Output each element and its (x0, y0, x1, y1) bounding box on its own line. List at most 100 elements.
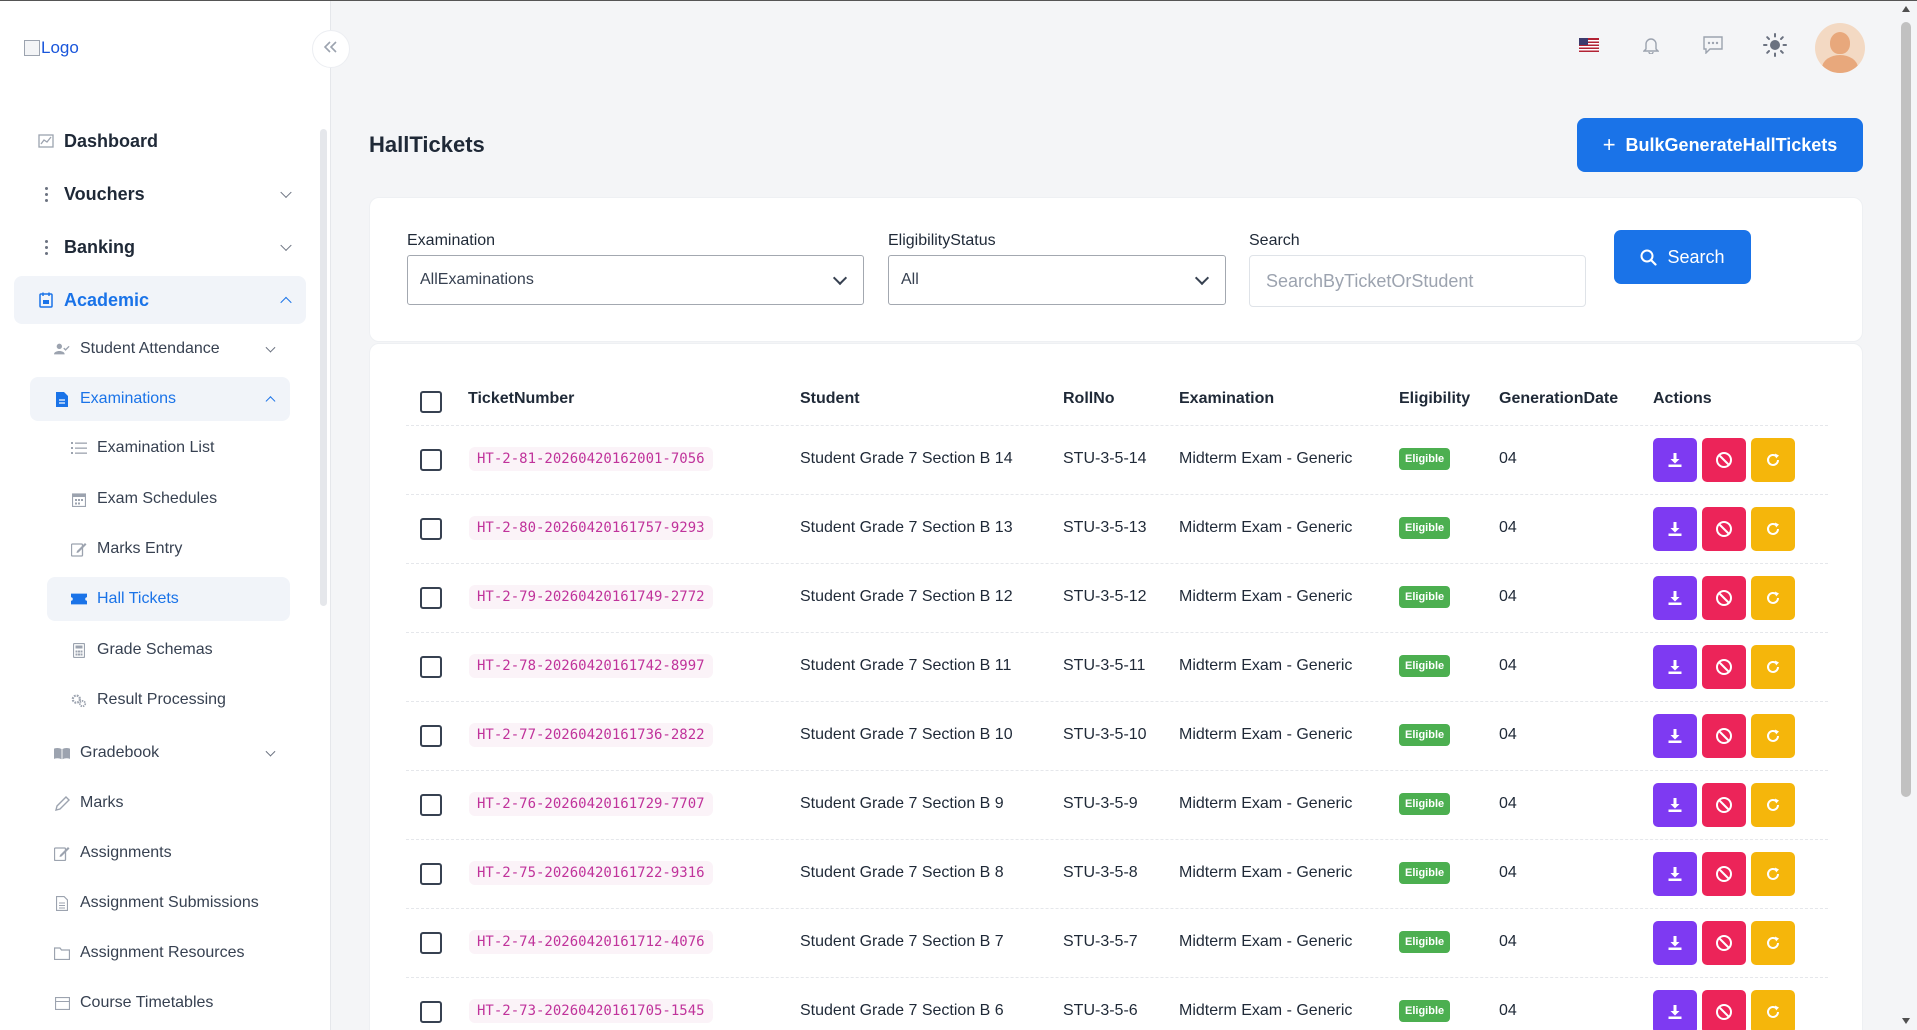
ticket-number[interactable]: HT-2-77-20260420161736-2822 (469, 723, 713, 747)
sidebar-item-exam-schedules[interactable]: Exam Schedules (47, 477, 290, 521)
column-header-ticket-number[interactable]: TicketNumber (468, 390, 574, 408)
sidebar-item-banking[interactable]: Banking (14, 223, 306, 271)
row-checkbox[interactable] (420, 863, 442, 885)
us-flag-icon (1579, 37, 1599, 57)
list-icon (71, 442, 87, 454)
sidebar-item-assignment-submissions[interactable]: Assignment Submissions (30, 881, 290, 925)
row-checkbox[interactable] (420, 518, 442, 540)
row-checkbox[interactable] (420, 794, 442, 816)
language-selector[interactable] (1575, 33, 1603, 61)
roll-no: STU-3-5-8 (1063, 864, 1138, 881)
search-button[interactable]: Search (1614, 230, 1751, 284)
ban-icon (1715, 451, 1733, 469)
notifications-button[interactable] (1637, 33, 1665, 61)
column-header-examination[interactable]: Examination (1179, 390, 1274, 408)
sidebar-item-result-processing[interactable]: Result Processing (47, 678, 290, 722)
revoke-button[interactable] (1702, 990, 1746, 1030)
download-button[interactable] (1653, 438, 1697, 482)
sidebar-item-label: Student Attendance (80, 340, 220, 357)
sidebar-item-hall-tickets[interactable]: Hall Tickets (47, 577, 290, 621)
row-checkbox[interactable] (420, 725, 442, 747)
revoke-button[interactable] (1702, 714, 1746, 758)
ticket-number[interactable]: HT-2-76-20260420161729-7707 (469, 792, 713, 816)
column-header-roll-no[interactable]: RollNo (1063, 390, 1115, 408)
row-checkbox[interactable] (420, 1001, 442, 1023)
regenerate-button[interactable] (1751, 783, 1795, 827)
logo[interactable]: Logo (24, 38, 79, 58)
collapse-sidebar-button[interactable] (312, 30, 350, 68)
revoke-button[interactable] (1702, 645, 1746, 689)
messages-button[interactable] (1699, 33, 1727, 61)
download-button[interactable] (1653, 852, 1697, 896)
refresh-icon (1765, 866, 1781, 882)
regenerate-button[interactable] (1751, 852, 1795, 896)
sidebar-item-vouchers[interactable]: Vouchers (14, 170, 306, 218)
revoke-button[interactable] (1702, 507, 1746, 551)
download-button[interactable] (1653, 645, 1697, 689)
sidebar-item-examinations[interactable]: Examinations (30, 377, 290, 421)
theme-toggle-button[interactable] (1761, 32, 1789, 61)
search-input[interactable]: SearchByTicketOrStudent (1249, 255, 1586, 307)
column-header-generation-date[interactable]: GenerationDate (1499, 390, 1618, 408)
ticket-number[interactable]: HT-2-74-20260420161712-4076 (469, 930, 713, 954)
regenerate-button[interactable] (1751, 990, 1795, 1030)
sidebar-item-grade-schemas[interactable]: Grade Schemas (47, 628, 290, 672)
ticket-number[interactable]: HT-2-79-20260420161749-2772 (469, 585, 713, 609)
bulk-generate-button[interactable]: + BulkGenerateHallTickets (1577, 118, 1863, 172)
download-button[interactable] (1653, 507, 1697, 551)
row-checkbox[interactable] (420, 932, 442, 954)
examination-select[interactable]: AllExaminations (407, 255, 864, 305)
page-scrollbar[interactable] (1901, 22, 1911, 797)
sidebar-item-examination-list[interactable]: Examination List (47, 426, 290, 470)
sidebar-scrollbar[interactable] (320, 129, 327, 606)
row-checkbox[interactable] (420, 449, 442, 471)
column-header-eligibility[interactable]: Eligibility (1399, 390, 1470, 408)
download-icon (1667, 935, 1683, 951)
revoke-button[interactable] (1702, 438, 1746, 482)
column-header-student[interactable]: Student (800, 390, 860, 408)
sidebar-item-course-timetables[interactable]: Course Timetables (30, 981, 290, 1025)
download-button[interactable] (1653, 990, 1697, 1030)
regenerate-button[interactable] (1751, 507, 1795, 551)
sidebar-item-assignment-resources[interactable]: Assignment Resources (30, 931, 290, 975)
sidebar-item-student-attendance[interactable]: Student Attendance (30, 327, 290, 371)
sidebar-item-label: Vouchers (64, 183, 145, 204)
sidebar-item-marks-entry[interactable]: Marks Entry (47, 527, 290, 571)
ticket-number[interactable]: HT-2-80-20260420161757-9293 (469, 516, 713, 540)
ticket-number[interactable]: HT-2-78-20260420161742-8997 (469, 654, 713, 678)
download-button[interactable] (1653, 714, 1697, 758)
revoke-button[interactable] (1702, 852, 1746, 896)
select-all-checkbox[interactable] (420, 391, 442, 413)
sidebar-item-marks[interactable]: Marks (30, 781, 290, 825)
eligibility-select[interactable]: All (888, 255, 1226, 305)
regenerate-button[interactable] (1751, 714, 1795, 758)
regenerate-button[interactable] (1751, 438, 1795, 482)
regenerate-button[interactable] (1751, 645, 1795, 689)
sidebar-item-dashboard[interactable]: Dashboard (14, 117, 306, 165)
double-chevron-left-icon (323, 40, 338, 58)
ticket-number[interactable]: HT-2-73-20260420161705-1545 (469, 999, 713, 1023)
bell-icon (1642, 36, 1660, 59)
download-button[interactable] (1653, 921, 1697, 965)
ticket-number[interactable]: HT-2-81-20260420162001-7056 (469, 447, 713, 471)
download-button[interactable] (1653, 576, 1697, 620)
regenerate-button[interactable] (1751, 576, 1795, 620)
roll-no: STU-3-5-10 (1063, 726, 1147, 743)
revoke-button[interactable] (1702, 783, 1746, 827)
download-icon (1667, 866, 1683, 882)
revoke-button[interactable] (1702, 576, 1746, 620)
scroll-up-arrow-icon[interactable] (1902, 6, 1910, 12)
edit-icon (71, 542, 87, 557)
scroll-down-arrow-icon[interactable] (1902, 1018, 1910, 1024)
revoke-button[interactable] (1702, 921, 1746, 965)
sidebar-item-academic[interactable]: Academic (14, 276, 306, 324)
ticket-number[interactable]: HT-2-75-20260420161722-9316 (469, 861, 713, 885)
regenerate-button[interactable] (1751, 921, 1795, 965)
refresh-icon (1765, 728, 1781, 744)
row-checkbox[interactable] (420, 587, 442, 609)
avatar[interactable] (1815, 23, 1865, 73)
row-checkbox[interactable] (420, 656, 442, 678)
sidebar-item-gradebook[interactable]: Gradebook (30, 731, 290, 775)
sidebar-item-assignments[interactable]: Assignments (30, 831, 290, 875)
download-button[interactable] (1653, 783, 1697, 827)
